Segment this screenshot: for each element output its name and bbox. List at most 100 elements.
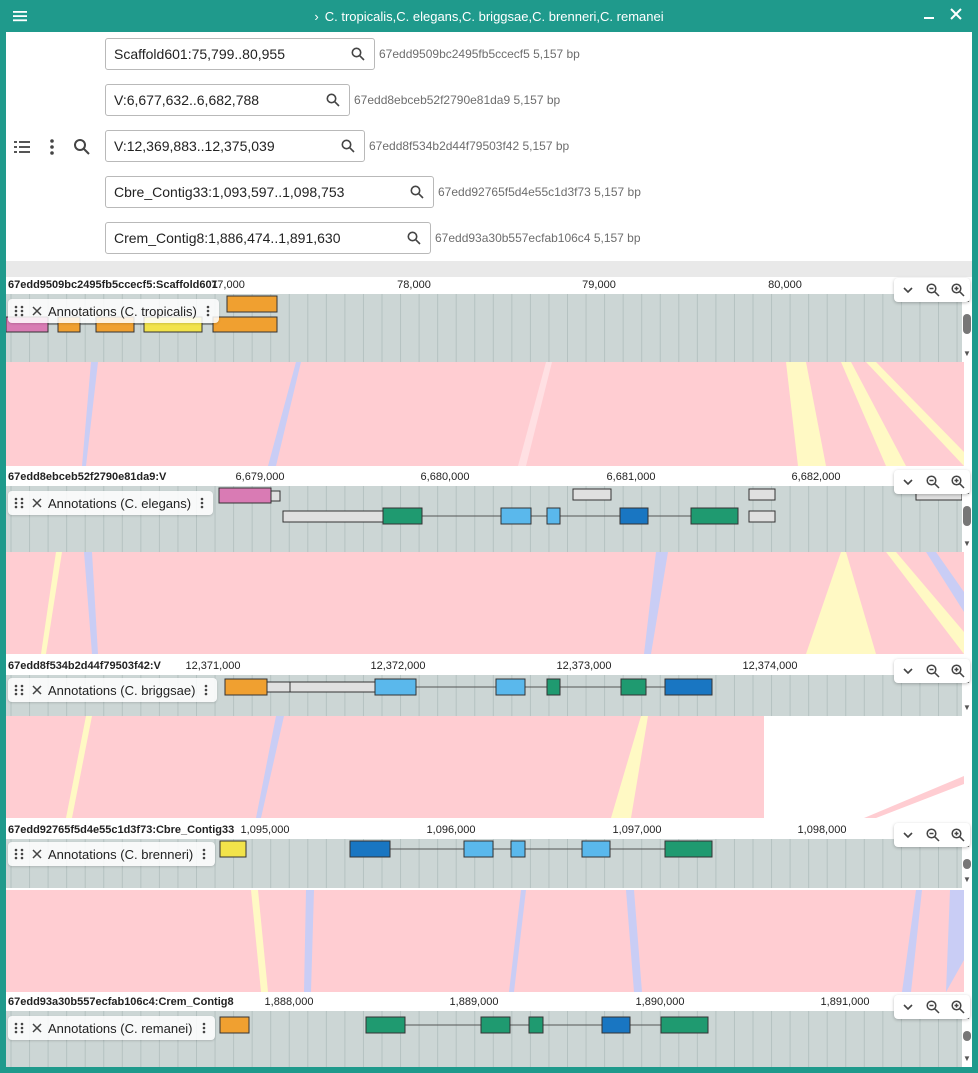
location-input[interactable]: Scaffold601:75,799..80,955 [105,38,375,70]
location-text: Scaffold601:75,799..80,955 [114,46,286,62]
location-row-1: Scaffold601:75,799..80,955 67edd9509bc24… [105,38,580,70]
zoom-out-icon[interactable] [925,999,941,1015]
track-selector-icon[interactable] [12,137,32,157]
zoom-out-icon[interactable] [925,827,941,843]
track-label-text: Annotations (C. tropicalis) [48,303,197,319]
chevron-down-icon[interactable] [900,999,916,1015]
scroll-down-icon[interactable]: ▼ [963,1055,971,1063]
track-scrollbar[interactable]: ▲ ▼ [962,486,972,552]
minimize-icon[interactable] [920,7,938,25]
assembly-label: 67edd8f534b2d44f79503f42:V [8,660,161,672]
assembly-label: 67edd92765f5d4e55c1d3f73:Cbre_Contig33 [8,824,235,836]
chevron-down-icon[interactable] [900,282,916,298]
track-label-text: Annotations (C. remanei) [48,1020,193,1036]
more-vert-icon[interactable] [201,304,215,318]
ruler-tick: 1,095,000 [240,824,290,836]
more-vert-icon[interactable] [195,496,209,510]
track-label[interactable]: Annotations (C. remanei) [8,1016,215,1040]
location-meta: 67edd93a30b557ecfab106c4 5,157 bp [435,231,641,245]
ruler: 67edd92765f5d4e55c1d3f73:Cbre_Contig33 1… [6,822,972,839]
close-icon[interactable] [947,7,965,25]
scroll-thumb[interactable] [963,506,971,526]
track-label[interactable]: Annotations (C. elegans) [8,491,214,515]
ruler-tick: 1,097,000 [612,824,662,836]
ruler-tick: 1,890,000 [635,996,685,1008]
zoom-out-icon[interactable] [925,474,941,490]
gene-features[interactable] [219,840,713,858]
close-icon[interactable] [30,683,44,697]
location-input[interactable]: V:12,369,883..12,375,039 [105,130,365,162]
drag-handle-icon[interactable] [12,847,26,861]
scroll-down-icon[interactable]: ▼ [963,876,971,884]
gene-features[interactable] [219,1016,709,1034]
chevron-down-icon[interactable] [900,827,916,843]
chevron-down-icon[interactable] [900,663,916,679]
zoom-in-icon[interactable] [950,663,966,679]
drag-handle-icon[interactable] [12,683,26,697]
more-vert-icon[interactable] [42,137,62,157]
close-icon[interactable] [30,1021,44,1035]
zoom-in-icon[interactable] [950,282,966,298]
location-meta: 67edd9509bc2495fb5ccecf5 5,157 bp [379,47,580,61]
zoom-out-icon[interactable] [925,663,941,679]
location-row-2: V:6,677,632..6,682,788 67edd8ebceb52f279… [105,84,560,116]
track-label[interactable]: Annotations (C. tropicalis) [8,299,219,323]
location-text: Cbre_Contig33:1,093,597..1,098,753 [114,184,345,200]
scroll-thumb[interactable] [963,1031,971,1041]
zoom-in-icon[interactable] [950,827,966,843]
drag-handle-icon[interactable] [12,1021,26,1035]
track-scrollbar[interactable]: ▲ ▼ [962,1011,972,1067]
search-icon[interactable] [409,184,425,200]
view-controls [894,995,970,1019]
more-vert-icon[interactable] [197,1021,211,1035]
view-controls [894,823,970,847]
drag-handle-icon[interactable] [12,496,26,510]
ruler-tick: 6,679,000 [235,471,285,483]
chevron-down-icon[interactable] [900,474,916,490]
gene-features[interactable] [218,487,962,525]
synteny-polygons [6,362,964,466]
ruler: 67edd9509bc2495fb5ccecf5:Scaffold601 77,… [6,277,972,294]
close-icon[interactable] [30,304,44,318]
location-text: V:12,369,883..12,375,039 [114,138,275,154]
search-icon[interactable] [340,138,356,154]
zoom-out-icon[interactable] [925,282,941,298]
ruler-tick: 1,889,000 [449,996,499,1008]
scroll-down-icon[interactable]: ▼ [963,704,971,712]
location-input[interactable]: V:6,677,632..6,682,788 [105,84,350,116]
scroll-thumb[interactable] [963,314,971,334]
title-bar: › C. tropicalis,C. elegans,C. briggsae,C.… [0,0,978,32]
scroll-down-icon[interactable]: ▼ [963,540,971,548]
assembly-label: 67edd8ebceb52f2790e81da9:V [8,471,167,483]
ruler-tick: 12,372,000 [370,660,426,672]
search-icon[interactable] [72,137,92,157]
more-vert-icon[interactable] [199,683,213,697]
view-controls [894,470,970,494]
genome-view-remanei: 67edd93a30b557ecfab106c4:Crem_Contig8 1,… [6,994,972,1067]
location-input[interactable]: Crem_Contig8:1,886,474..1,891,630 [105,222,431,254]
track-label[interactable]: Annotations (C. briggsae) [8,678,218,702]
location-input[interactable]: Cbre_Contig33:1,093,597..1,098,753 [105,176,434,208]
track-label[interactable]: Annotations (C. brenneri) [8,842,216,866]
location-row-3: V:12,369,883..12,375,039 67edd8f534b2d44… [105,130,569,162]
more-vert-icon[interactable] [197,847,211,861]
ruler-tick: 12,374,000 [742,660,798,672]
genome-view-briggsae: 67edd8f534b2d44f79503f42:V 12,371,000 12… [6,658,972,716]
synteny-band [6,362,972,466]
search-icon[interactable] [325,92,341,108]
zoom-in-icon[interactable] [950,474,966,490]
ruler-tick: 1,891,000 [820,996,870,1008]
gene-features[interactable] [224,678,713,696]
track-scrollbar[interactable]: ▲ ▼ [962,294,972,362]
search-icon[interactable] [406,230,422,246]
search-icon[interactable] [350,46,366,62]
scroll-thumb[interactable] [963,859,971,869]
chevron-right-icon[interactable]: › [314,9,318,24]
zoom-in-icon[interactable] [950,999,966,1015]
drag-handle-icon[interactable] [12,304,26,318]
scroll-down-icon[interactable]: ▼ [963,350,971,358]
close-icon[interactable] [30,847,44,861]
view-header: Scaffold601:75,799..80,955 67edd9509bc24… [6,32,972,261]
ruler-tick: 1,096,000 [426,824,476,836]
close-icon[interactable] [30,496,44,510]
